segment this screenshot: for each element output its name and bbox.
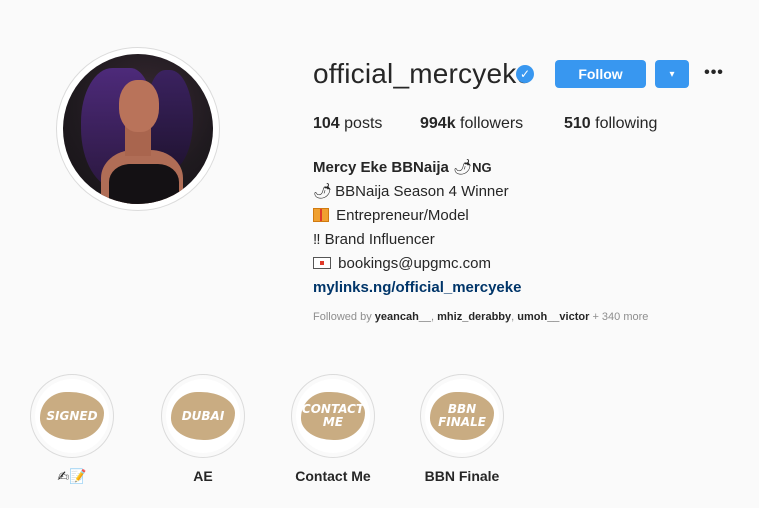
highlight-cover: BBN FINALE (425, 379, 499, 453)
highlight-label: BBN Finale (424, 468, 500, 484)
followed-by-user[interactable]: mhiz_derabby (437, 311, 511, 323)
following-count: 510 (564, 115, 591, 132)
avatar[interactable] (63, 54, 213, 204)
highlight-cover-text: SIGNED (40, 392, 104, 440)
highlight-ring[interactable]: DUBAI (161, 374, 245, 458)
highlight-cover-text: DUBAI (171, 392, 235, 440)
story-highlight[interactable]: CONTACT ME Contact Me (290, 374, 376, 484)
highlight-label: AE (193, 468, 213, 484)
envelope-icon (313, 257, 331, 269)
double-exclamation-icon: ‼ (313, 231, 321, 248)
verified-badge-icon: ✓ (516, 65, 534, 83)
story-highlight[interactable]: SIGNED ✍📝 (29, 374, 115, 485)
bio-line-2: Entrepreneur/Model (336, 207, 469, 224)
profile-avatar-ring[interactable] (56, 47, 220, 211)
followers-label: followers (460, 115, 524, 132)
bio-email: bookings@upgmc.com (338, 255, 491, 272)
posts-label: posts (344, 115, 383, 132)
avatar-dress (109, 164, 179, 204)
following-label: following (595, 115, 658, 132)
highlight-label: ✍📝 (57, 468, 87, 484)
highlight-cover-text: BBN FINALE (430, 392, 494, 440)
highlight-cover-text: CONTACT ME (301, 392, 365, 440)
followers-stat[interactable]: 994k followers (420, 115, 523, 133)
posts-stat: 104 posts (313, 115, 382, 133)
bio-full-name: Mercy Eke BBNaija (313, 159, 449, 176)
pepper-icon: 🌶 (453, 159, 473, 176)
suggestions-dropdown-button[interactable]: ▾ (655, 60, 689, 88)
nigeria-flag-icon: NG (472, 160, 492, 175)
more-options-icon[interactable]: ••• (703, 63, 725, 83)
bio: Mercy Eke BBNaija 🌶NG 🌶 BBNaija Season 4… (313, 156, 521, 300)
followed-by-user[interactable]: umoh__victor (517, 311, 589, 323)
highlight-label: Contact Me (295, 468, 371, 484)
story-highlight[interactable]: BBN FINALE BBN Finale (419, 374, 505, 484)
profile-username: official_mercyeke (313, 58, 533, 89)
highlight-ring[interactable]: CONTACT ME (291, 374, 375, 458)
followers-count: 994k (420, 115, 456, 132)
highlight-ring[interactable]: SIGNED (30, 374, 114, 458)
bio-line-3: Brand Influencer (324, 231, 435, 248)
story-highlight[interactable]: DUBAI AE (160, 374, 246, 484)
highlight-cover: SIGNED (35, 379, 109, 453)
bio-line-1: BBNaija Season 4 Winner (335, 183, 509, 200)
followed-by[interactable]: Followed by yeancah__, mhiz_derabby, umo… (313, 311, 648, 323)
followed-by-more[interactable]: + 340 more (592, 311, 648, 323)
followed-by-user[interactable]: yeancah__ (375, 311, 431, 323)
follow-button[interactable]: Follow (555, 60, 646, 88)
bio-website-link[interactable]: mylinks.ng/official_mercyeke (313, 279, 521, 296)
posts-count: 104 (313, 115, 340, 132)
avatar-face (119, 80, 159, 132)
highlight-cover: DUBAI (166, 379, 240, 453)
pepper-icon: 🌶 (313, 183, 333, 200)
followed-by-prefix: Followed by (313, 311, 372, 323)
highlight-cover: CONTACT ME (296, 379, 370, 453)
highlight-ring[interactable]: BBN FINALE (420, 374, 504, 458)
following-stat[interactable]: 510 following (564, 115, 657, 133)
gift-icon (313, 208, 329, 222)
